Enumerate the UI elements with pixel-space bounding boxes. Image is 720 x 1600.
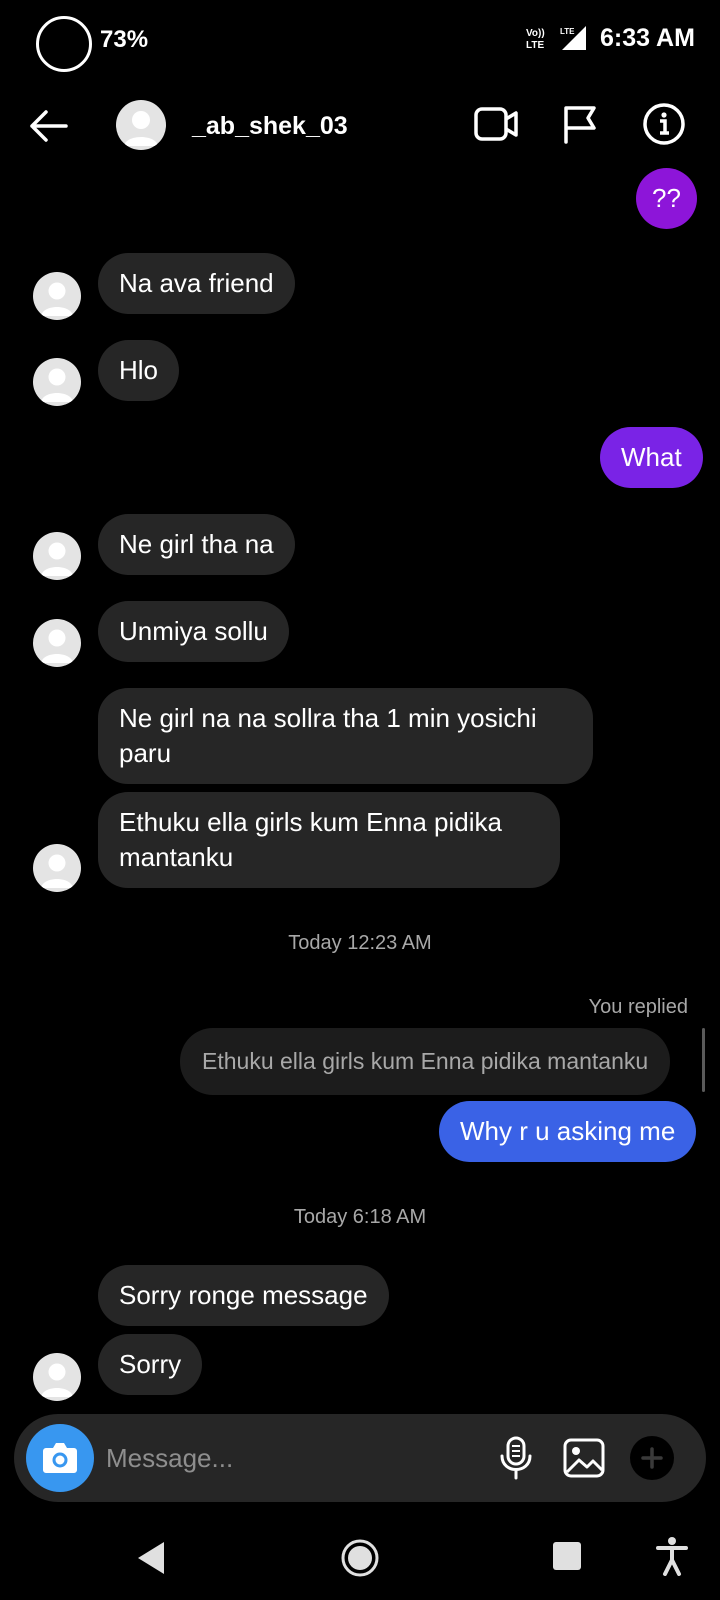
message-incoming[interactable]: Na ava friend	[98, 253, 295, 314]
message-input[interactable]	[106, 1436, 486, 1480]
message-incoming[interactable]: Hlo	[98, 340, 180, 401]
contact-username[interactable]: _ab_shek_03	[192, 112, 348, 141]
chat-header: _ab_shek_03	[0, 86, 720, 166]
default-avatar-icon	[41, 282, 73, 316]
microphone-icon[interactable]	[496, 1436, 536, 1480]
message-outgoing[interactable]: What	[600, 427, 703, 488]
svg-text:LTE: LTE	[560, 27, 575, 36]
status-bar: 73% Vo)) LTE LTE 6:33 AM	[0, 0, 720, 84]
message-composer	[14, 1414, 706, 1502]
message-incoming[interactable]: Unmiya sollu	[98, 601, 289, 662]
default-avatar-icon	[41, 368, 73, 402]
video-call-icon[interactable]	[474, 104, 518, 144]
reply-label: You replied	[588, 996, 688, 1018]
nav-recents-icon[interactable]	[553, 1542, 581, 1570]
battery-percent: 73%	[100, 26, 149, 53]
default-avatar-icon	[41, 854, 73, 888]
nav-home-icon[interactable]	[340, 1538, 380, 1578]
default-avatar-icon	[41, 542, 73, 576]
signal-icon: LTE	[560, 26, 586, 50]
default-avatar-icon	[41, 1363, 73, 1397]
timestamp-divider: Today 12:23 AM	[288, 932, 432, 954]
system-nav-bar	[0, 1520, 720, 1600]
reply-quote[interactable]: Ethuku ella girls kum Enna pidika mantan…	[180, 1028, 671, 1095]
nav-back-icon[interactable]	[134, 1540, 168, 1576]
sender-avatar[interactable]	[33, 1353, 81, 1401]
camera-button[interactable]	[26, 1424, 94, 1492]
sender-avatar[interactable]	[33, 619, 81, 667]
volte-indicator: Vo)) LTE	[526, 26, 554, 53]
message-outgoing[interactable]: Why r u asking me	[439, 1101, 697, 1162]
message-incoming[interactable]: Sorry	[98, 1334, 203, 1395]
gallery-icon[interactable]	[562, 1436, 606, 1480]
plus-button[interactable]	[630, 1436, 674, 1480]
flag-icon[interactable]	[562, 104, 598, 144]
volte-icon: Vo)) LTE	[526, 28, 545, 51]
sender-avatar[interactable]	[33, 358, 81, 406]
accessibility-icon[interactable]	[656, 1536, 688, 1576]
plus-icon	[641, 1447, 663, 1469]
reply-bar	[702, 1028, 705, 1092]
sender-avatar[interactable]	[33, 272, 81, 320]
back-arrow-icon[interactable]	[26, 106, 70, 146]
sender-avatar[interactable]	[33, 532, 81, 580]
battery-ring-icon	[36, 16, 92, 72]
contact-avatar[interactable]	[116, 100, 166, 150]
clock: 6:33 AM	[600, 24, 695, 52]
default-avatar-icon	[124, 111, 158, 146]
info-icon[interactable]	[642, 102, 686, 146]
message-incoming[interactable]: Ethuku ella girls kum Enna pidika mantan…	[98, 792, 560, 888]
message-incoming[interactable]: Ne girl na na sollra tha 1 min yosichi p…	[98, 688, 593, 784]
sender-avatar[interactable]	[33, 844, 81, 892]
message-incoming[interactable]: Sorry ronge message	[98, 1265, 389, 1326]
timestamp-divider: Today 6:18 AM	[293, 1206, 427, 1228]
camera-icon	[43, 1443, 77, 1473]
svg-text:Vo)): Vo))	[526, 28, 545, 39]
message-incoming[interactable]: Ne girl tha na	[98, 514, 295, 575]
default-avatar-icon	[41, 629, 73, 663]
message-outgoing[interactable]: ??	[636, 168, 697, 229]
svg-text:LTE: LTE	[526, 40, 544, 50]
